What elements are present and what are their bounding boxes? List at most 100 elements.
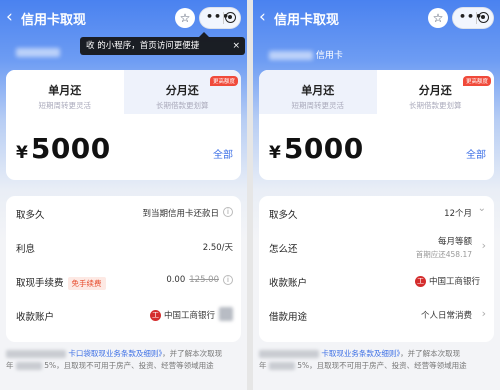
row-label: 收款账户 [16, 312, 55, 323]
miniapp-capsule: ••• [452, 7, 494, 29]
blurred-text [15, 362, 42, 370]
nav-bar: ‹ 信用卡取现 ☆ ••• [259, 6, 494, 30]
row-label: 怎么还 [269, 244, 298, 255]
terms-footer: 卡口袋取现业务条款及细则》，并了解本次取现 年 5%，且取现不可用于房产、投资、… [6, 348, 243, 372]
chevron-down-icon[interactable]: ⌄ [478, 203, 486, 214]
back-arrow-icon[interactable]: ‹ [6, 7, 13, 27]
blurred-account-number [219, 307, 233, 321]
close-miniapp-icon[interactable] [225, 12, 236, 23]
bank-name: 中国工商银行 [163, 311, 215, 321]
row-label: 借款用途 [269, 312, 308, 323]
terms-link[interactable]: 卡取现业务条款及细则》 [321, 349, 400, 358]
right-screen: ‹ 信用卡取现 ☆ ••• 信用卡 单月还 短期周转更灵活 分月还 长期借款更划… [253, 0, 500, 390]
tab-subtitle: 短期周转更灵活 [291, 101, 345, 110]
bank-name: 中国工商银行 [428, 277, 480, 287]
capsule-divider [476, 12, 477, 24]
row-label: 收款账户 [269, 278, 308, 289]
tab-title: 单月还 [48, 84, 82, 97]
row-value: 工中国工商银行 [414, 275, 480, 287]
all-amount-link[interactable]: 全部 [213, 146, 233, 161]
blurred-text [268, 362, 295, 370]
fee-value: 0.00 [166, 275, 186, 285]
footer-line-1: 卡口袋取现业务条款及细则》，并了解本次取现 [6, 348, 243, 360]
amount-value: 5000 [283, 132, 364, 165]
info-icon[interactable]: i [223, 275, 233, 285]
row-duration[interactable]: 取多久 到当期信用卡还款日 i [16, 196, 233, 230]
details-card: 取多久 12个月 ⌄ 怎么还 每月等额 首期应还458.17 › 收款账户 工中国… [259, 196, 494, 342]
higher-limit-badge: 更高额度 [462, 76, 491, 86]
row-value: 每月等额 首期应还458.17 [416, 235, 472, 260]
footer-text: ，并了解本次取现 [162, 349, 223, 358]
footer-line-1: 卡取现业务条款及细则》，并了解本次取现 [259, 348, 496, 360]
tab-installment[interactable]: 分月还 长期借款更划算 更高额度 [376, 70, 494, 114]
tab-title: 单月还 [301, 84, 335, 97]
amount-card: 单月还 短期周转更灵活 分月还 长期借款更划算 更高额度 ¥5000 全部 [6, 70, 241, 180]
nav-bar: ‹ 信用卡取现 ☆ ••• [6, 6, 241, 30]
chevron-right-icon[interactable]: › [482, 239, 486, 252]
repay-method: 每月等额 [437, 237, 472, 247]
original-fee: 125.00 [189, 275, 219, 285]
footer-text: 5%，且取现不可用于房产、投资、经营等领域用途 [297, 361, 467, 370]
row-value: 个人日常消费 [420, 311, 472, 321]
bank-logo-icon: 工 [149, 310, 161, 321]
footer-line-2: 年 5%，且取现不可用于房产、投资、经营等领域用途 [259, 360, 496, 372]
amount-display[interactable]: ¥5000 [16, 132, 111, 165]
footer-line-2: 年 5%，且取现不可用于房产、投资、经营等领域用途 [6, 360, 243, 372]
footer-text: 5%，且取现不可用于房产、投资、经营等领域用途 [44, 361, 214, 370]
close-miniapp-icon[interactable] [478, 12, 489, 23]
miniapp-capsule: ••• [199, 7, 241, 29]
higher-limit-badge: 更高额度 [209, 76, 238, 86]
footer-prefix: 年 [6, 361, 14, 370]
add-to-home-tooltip: 收 的小程序，首页访问更便捷 × [80, 32, 245, 55]
tab-installment[interactable]: 分月还 长期借款更划算 更高额度 [123, 70, 241, 114]
blurred-card-info [269, 51, 313, 60]
back-arrow-icon[interactable]: ‹ [259, 7, 266, 27]
currency-symbol: ¥ [16, 143, 28, 163]
blurred-card-info [16, 48, 60, 57]
row-duration[interactable]: 取多久 12个月 ⌄ [269, 196, 486, 230]
chevron-right-icon[interactable]: › [482, 307, 486, 320]
page-title: 信用卡取现 [21, 13, 87, 28]
fee-free-tag: 免手续费 [67, 277, 106, 290]
amount-display[interactable]: ¥5000 [269, 132, 364, 165]
row-label: 利息 [16, 244, 36, 255]
card-label-text: 信用卡 [315, 51, 343, 61]
page-title: 信用卡取现 [274, 13, 340, 28]
footer-text: ，并了解本次取现 [400, 349, 461, 358]
row-value: 工中国工商银行 [149, 309, 215, 321]
card-label-blurred [16, 48, 60, 58]
footer-prefix: 年 [259, 361, 267, 370]
tooltip-text: 收 的小程序，首页访问更便捷 [86, 41, 200, 51]
tab-subtitle: 长期借款更划算 [156, 101, 209, 110]
row-purpose[interactable]: 借款用途 个人日常消费 › [269, 298, 486, 332]
row-account[interactable]: 收款账户 工中国工商银行 [269, 264, 486, 298]
left-screen: ‹ 信用卡取现 ☆ ••• 收 的小程序，首页访问更便捷 × 单月还 短期周转更… [0, 0, 247, 390]
row-repayment[interactable]: 怎么还 每月等额 首期应还458.17 › [269, 230, 486, 264]
row-label-with-tag: 取现手续费 免手续费 [16, 275, 106, 290]
star-icon[interactable]: ☆ [428, 8, 448, 28]
row-value: 0.00 125.00 [166, 275, 219, 285]
row-label: 取多久 [16, 210, 45, 221]
amount-card: 单月还 短期周转更灵活 分月还 长期借款更划算 更高额度 ¥5000 全部 [259, 70, 494, 180]
blurred-text [6, 350, 66, 358]
row-value: 到当期信用卡还款日 [142, 209, 219, 219]
row-value: 12个月 [444, 209, 472, 219]
tab-single-month[interactable]: 单月还 短期周转更灵活 [259, 70, 377, 114]
capsule-divider [223, 12, 224, 24]
tab-subtitle: 长期借款更划算 [409, 101, 462, 110]
amount-value: 5000 [30, 132, 111, 165]
terms-link[interactable]: 卡口袋取现业务条款及细则》 [68, 349, 162, 358]
tooltip-close-icon[interactable]: × [232, 37, 240, 55]
row-label: 取多久 [269, 210, 298, 221]
blurred-text [259, 350, 319, 358]
row-account[interactable]: 收款账户 工中国工商银行 [16, 298, 233, 332]
info-icon[interactable]: i [223, 207, 233, 217]
tab-single-month[interactable]: 单月还 短期周转更灵活 [6, 70, 124, 114]
bank-logo-icon: 工 [414, 276, 426, 287]
all-amount-link[interactable]: 全部 [466, 146, 486, 161]
star-icon[interactable]: ☆ [175, 8, 195, 28]
row-label: 取现手续费 [16, 278, 64, 289]
terms-footer: 卡取现业务条款及细则》，并了解本次取现 年 5%，且取现不可用于房产、投资、经营… [259, 348, 496, 372]
row-fee: 取现手续费 免手续费 0.00 125.00 i [16, 264, 233, 298]
currency-symbol: ¥ [269, 143, 281, 163]
